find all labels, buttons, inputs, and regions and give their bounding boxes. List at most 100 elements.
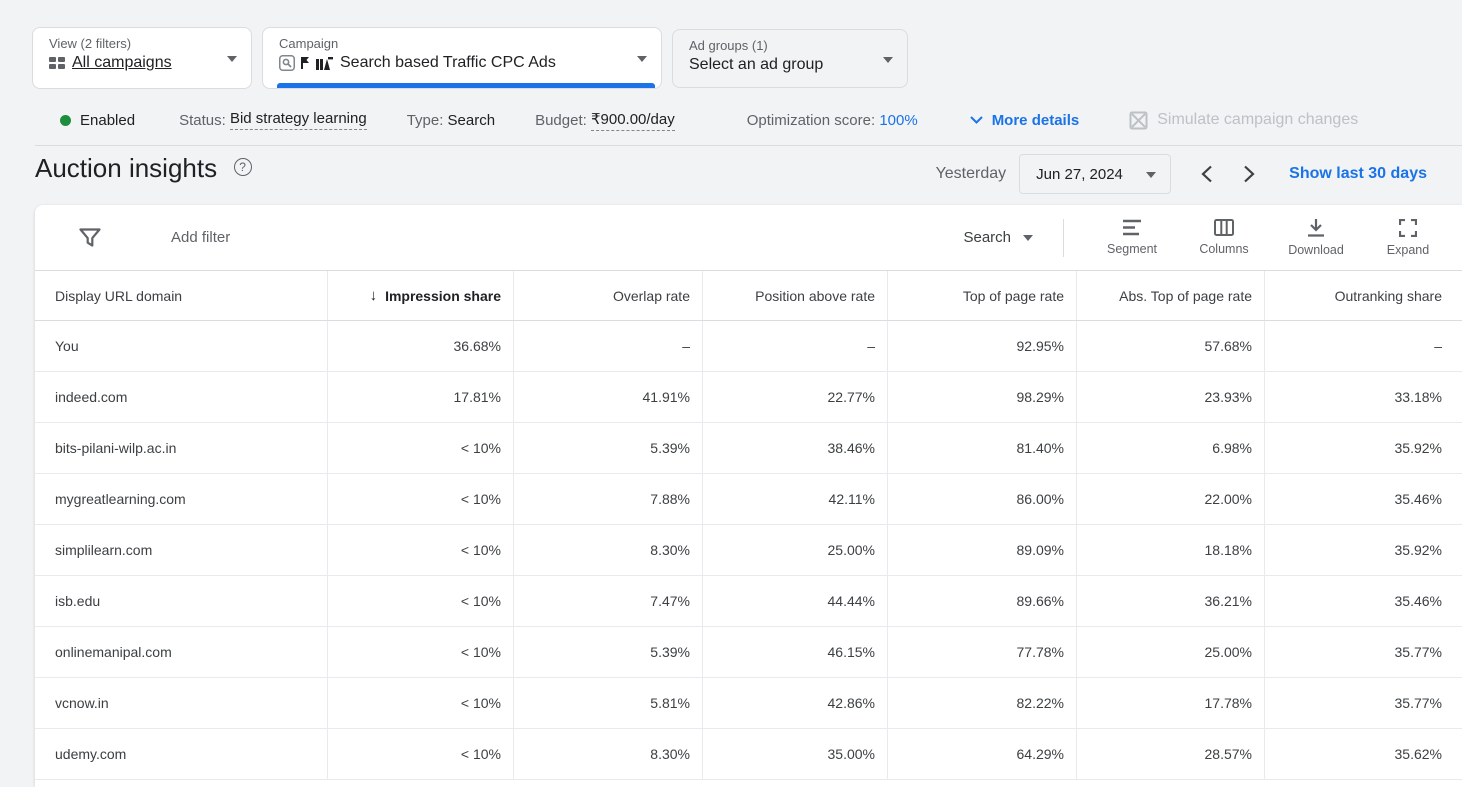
domain-cell: mygreatlearning.com [35,474,327,524]
ad-group-dropdown[interactable]: Ad groups (1) Select an ad group [672,29,908,88]
enabled-status: Enabled [80,112,135,129]
value-cell: 46.15% [702,627,887,677]
value-cell: 6.98% [1076,423,1264,473]
campaign-dropdown[interactable]: Campaign Search based Traffic CPC Ads [262,27,662,89]
table-row[interactable]: simplilearn.com< 10%8.30%25.00%89.09%18.… [35,525,1462,576]
expand-icon [1399,219,1417,237]
enabled-status-icon [60,115,71,126]
value-cell: – [702,321,887,371]
value-cell: 81.40% [887,423,1076,473]
value-cell: 17.78% [1076,678,1264,728]
status-value[interactable]: Bid strategy learning [230,110,367,130]
value-cell: 25.00% [1076,627,1264,677]
help-icon[interactable]: ? [234,158,252,176]
value-cell: 36.68% [327,321,513,371]
previous-date-button[interactable] [1201,165,1213,183]
date-preset-label: Yesterday [936,165,1007,183]
campaign-label: Campaign [279,36,621,51]
value-cell: 57.68% [1076,321,1264,371]
value-cell: 8.30% [513,729,702,779]
table-row[interactable]: bits-pilani-wilp.ac.in< 10%5.39%38.46%81… [35,423,1462,474]
domain-cell: indeed.com [35,372,327,422]
segment-icon [1122,219,1142,236]
filter-icon[interactable] [79,228,101,248]
chevron-down-icon [883,57,893,63]
domain-cell: vcnow.in [35,678,327,728]
domain-cell: simplilearn.com [35,525,327,575]
columns-icon [1214,219,1234,236]
budget-label: Budget: [535,112,587,129]
table-row[interactable]: isb.edu< 10%7.47%44.44%89.66%36.21%35.46… [35,576,1462,627]
chevron-down-icon [637,56,647,62]
next-date-button[interactable] [1243,165,1255,183]
ad-group-value: Select an ad group [689,56,823,74]
value-cell: 82.22% [887,678,1076,728]
search-campaign-icon [279,55,295,71]
campaign-value: Search based Traffic CPC Ads [340,54,556,72]
value-cell: 35.77% [1264,678,1462,728]
view-filter-value: All campaigns [72,54,172,72]
table-row[interactable]: You36.68%––92.95%57.68%– [35,321,1462,372]
optimization-score-label: Optimization score: [747,112,875,129]
header-abs-top-of-page-rate[interactable]: Abs. Top of page rate [1076,271,1264,320]
divider [1063,219,1064,257]
table-row[interactable]: udemy.com< 10%8.30%35.00%64.29%28.57%35.… [35,729,1462,780]
value-cell: 35.62% [1264,729,1462,779]
value-cell: – [1264,321,1462,371]
grid-icon [49,55,65,71]
download-icon [1306,219,1326,237]
table-row[interactable]: vcnow.in< 10%5.81%42.86%82.22%17.78%35.7… [35,678,1462,729]
columns-button[interactable]: Columns [1178,219,1270,256]
value-cell: 42.86% [702,678,887,728]
value-cell: 36.21% [1076,576,1264,626]
more-details-button[interactable]: More details [970,112,1080,129]
value-cell: 89.09% [887,525,1076,575]
value-cell: 7.47% [513,576,702,626]
value-cell: 7.88% [513,474,702,524]
domain-cell: udemy.com [35,729,327,779]
search-dropdown[interactable]: Search [963,229,1033,246]
value-cell: 35.77% [1264,627,1462,677]
status-label: Status: [179,112,226,129]
header-overlap-rate[interactable]: Overlap rate [513,271,702,320]
value-cell: 8.30% [513,525,702,575]
table-row[interactable]: indeed.com17.81%41.91%22.77%98.29%23.93%… [35,372,1462,423]
budget-value[interactable]: ₹900.00/day [591,110,675,131]
simulate-icon [1129,111,1148,130]
divider [35,145,1462,146]
header-outranking-share[interactable]: Outranking share [1264,271,1462,320]
value-cell: 33.18% [1264,372,1462,422]
date-value: Jun 27, 2024 [1036,166,1123,183]
auction-insights-card: Add filter Search Segment Columns [35,205,1462,787]
optimization-score-value[interactable]: 100% [879,112,917,129]
header-top-of-page-rate[interactable]: Top of page rate [887,271,1076,320]
view-filter-dropdown[interactable]: View (2 filters) All campaigns [32,27,252,89]
table-row[interactable]: mygreatlearning.com< 10%7.88%42.11%86.00… [35,474,1462,525]
header-display-url-domain[interactable]: Display URL domain [35,271,327,320]
value-cell: 28.57% [1076,729,1264,779]
bid-strategy-icon [299,56,312,70]
value-cell: 44.44% [702,576,887,626]
chevron-down-icon [970,116,983,124]
add-filter-button[interactable]: Add filter [171,229,230,246]
header-impression-share[interactable]: ↓ Impression share [327,271,513,320]
value-cell: 35.92% [1264,525,1462,575]
sort-descending-icon: ↓ [370,287,378,304]
segment-button[interactable]: Segment [1086,219,1178,256]
value-cell: 23.93% [1076,372,1264,422]
simulate-label: Simulate campaign changes [1157,111,1358,129]
simulate-campaign-changes-button[interactable]: Simulate campaign changes [1129,111,1358,130]
value-cell: 41.91% [513,372,702,422]
table-row[interactable]: onlinemanipal.com< 10%5.39%46.15%77.78%2… [35,627,1462,678]
expand-button[interactable]: Expand [1362,219,1454,257]
table-toolbar: Add filter Search Segment Columns [35,205,1462,271]
domain-cell: You [35,321,327,371]
download-button[interactable]: Download [1270,219,1362,257]
show-last-30-days-link[interactable]: Show last 30 days [1289,165,1427,183]
date-picker-dropdown[interactable]: Jun 27, 2024 [1019,154,1171,194]
value-cell: < 10% [327,576,513,626]
header-position-above-rate[interactable]: Position above rate [702,271,887,320]
value-cell: – [513,321,702,371]
value-cell: 5.39% [513,423,702,473]
value-cell: 22.77% [702,372,887,422]
